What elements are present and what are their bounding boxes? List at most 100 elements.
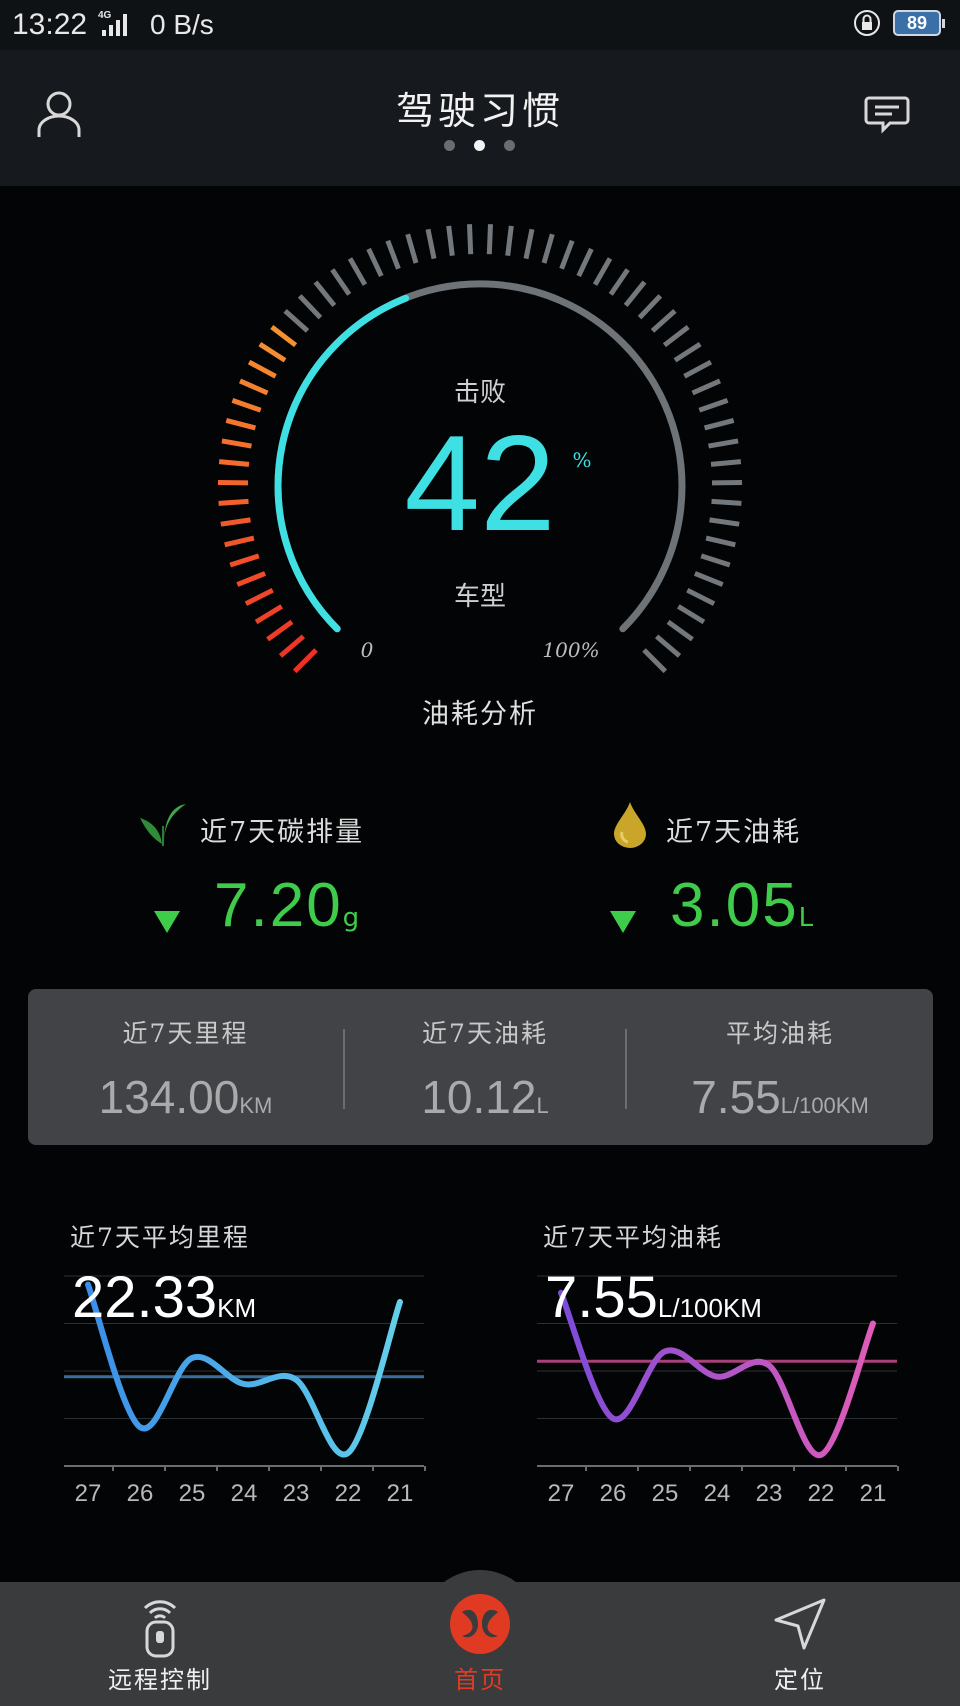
gauge-tick	[650, 309, 677, 333]
summary-fuel-unit: L	[536, 1093, 549, 1118]
x-tick-label: 24	[703, 1480, 731, 1507]
data-point	[818, 1452, 824, 1458]
gauge-tick	[224, 535, 255, 548]
gauge-tick	[385, 239, 401, 270]
oil-drop-icon	[610, 800, 650, 854]
page-dot-1[interactable]	[444, 140, 455, 151]
gauge-tick	[347, 257, 368, 286]
gauge-tick	[366, 247, 384, 278]
gauge-tick	[700, 553, 731, 568]
gauge-tick	[709, 517, 740, 527]
avg-mileage-chart: 近7天平均里程 22.33KM 27 26 25 24 23 22 21	[64, 1218, 454, 1518]
gauge-tick	[698, 398, 729, 413]
fuel-stat: 近7天油耗 3.05L	[610, 800, 930, 941]
carbon-value: 7.20	[214, 871, 343, 940]
data-point	[293, 1377, 299, 1383]
rotation-lock-icon	[852, 8, 882, 45]
gauge-tick	[703, 417, 735, 431]
x-tick-label: 23	[755, 1480, 783, 1507]
data-point	[714, 1374, 720, 1380]
x-tick-label: 22	[334, 1480, 362, 1507]
leaf-icon	[138, 800, 188, 852]
tab-remote-label: 远程控制	[108, 1666, 212, 1694]
gauge-tick	[258, 341, 287, 363]
gauge-tick	[608, 268, 630, 296]
gauge-tick	[229, 553, 260, 568]
gauge-tick	[220, 517, 251, 527]
data-point	[870, 1321, 876, 1327]
summary-fuel-value: 10.12	[421, 1071, 537, 1123]
gauge-tick	[231, 398, 262, 413]
tab-home[interactable]: 首页	[400, 1582, 560, 1706]
chart-headline-unit: L/100KM	[657, 1293, 762, 1323]
page-dot-2[interactable]	[474, 140, 485, 151]
summary-panel: 近7天里程 134.00KM 近7天油耗 10.12L 平均油耗 7.55L/1…	[28, 989, 933, 1145]
gauge-tick	[247, 359, 277, 379]
gauge-tick	[686, 587, 716, 606]
gauge-tick	[236, 571, 267, 587]
status-time: 13:22	[12, 8, 88, 41]
page-indicator	[440, 140, 520, 154]
gauge-tick	[221, 438, 252, 449]
score-gauge: 击败 42 % 车型 0 100% 油耗分析	[0, 186, 960, 746]
tab-locate-label: 定位	[774, 1666, 826, 1694]
gauge-tick	[666, 619, 694, 642]
data-point	[662, 1348, 668, 1354]
x-axis-ticks: 27 26 25 24 23 22 21	[64, 1480, 434, 1510]
gauge-tick	[705, 535, 736, 548]
x-axis-ticks: 27 26 25 24 23 22 21	[537, 1480, 907, 1510]
gauge-tick	[218, 459, 250, 467]
x-tick-label: 27	[74, 1480, 102, 1507]
fuel-label: 近7天油耗	[666, 817, 802, 848]
data-point	[397, 1299, 403, 1305]
gauge-tick	[283, 309, 310, 333]
message-icon[interactable]	[864, 94, 910, 140]
chart-headline-value: 7.55	[545, 1265, 658, 1330]
tab-remote-control[interactable]: 远程控制	[80, 1582, 240, 1706]
gauge-tick	[244, 587, 274, 606]
summary-avg-label: 平均油耗	[725, 1019, 834, 1048]
gauge-tick	[711, 498, 742, 506]
gauge-tick	[673, 341, 702, 363]
tab-locate[interactable]: 定位	[720, 1582, 880, 1706]
carbon-unit: g	[342, 903, 360, 933]
x-tick-label: 23	[282, 1480, 310, 1507]
x-tick-label: 27	[547, 1480, 575, 1507]
carbon-label: 近7天碳排量	[200, 817, 365, 848]
gauge-tick	[405, 233, 419, 264]
summary-mileage-label: 近7天里程	[122, 1019, 249, 1048]
status-bar: 13:22 4G 0 B/s 89	[0, 0, 960, 50]
gauge-tick	[691, 378, 722, 396]
gauge-tick	[710, 459, 742, 467]
gauge-tick	[313, 280, 337, 307]
gauge-tick	[266, 619, 294, 642]
gauge-tick	[238, 378, 269, 396]
gauge-value: 42	[404, 407, 556, 559]
gauge-tick	[523, 228, 535, 260]
fuel-unit: L	[798, 903, 814, 933]
summary-mileage-unit: KM	[239, 1093, 273, 1118]
gauge-tick	[708, 438, 739, 449]
gauge-tick	[683, 359, 713, 379]
navigation-arrow-icon	[772, 1596, 828, 1656]
x-tick-label: 26	[599, 1480, 627, 1507]
gauge-tick	[676, 604, 706, 625]
gauge-tick	[218, 498, 249, 506]
x-tick-label: 21	[859, 1480, 887, 1507]
gauge-max-label: 100%	[542, 638, 600, 662]
data-point	[610, 1416, 616, 1422]
x-tick-label: 22	[807, 1480, 835, 1507]
gauge-tick	[446, 225, 455, 256]
avg-fuel-chart: 近7天平均油耗 7.55L/100KM 27 26 25 24 23 22 21	[537, 1218, 927, 1518]
gauge-tick	[225, 417, 257, 431]
gauge-min-label: 0	[360, 638, 374, 662]
page-dot-3[interactable]	[504, 140, 515, 151]
remote-key-icon	[135, 1594, 185, 1662]
data-point	[189, 1355, 195, 1361]
x-tick-label: 21	[386, 1480, 414, 1507]
x-tick-label: 26	[126, 1480, 154, 1507]
summary-mileage-value: 134.00	[98, 1071, 240, 1123]
gauge-tick	[425, 228, 437, 260]
chart-title: 近7天平均里程	[70, 1223, 250, 1252]
network-type-label: 4G	[98, 10, 112, 21]
